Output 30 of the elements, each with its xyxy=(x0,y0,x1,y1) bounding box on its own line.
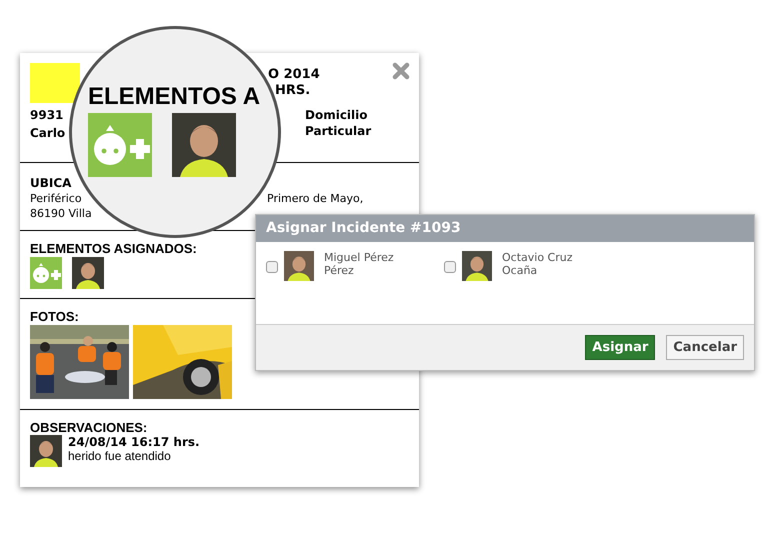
add-person-icon[interactable] xyxy=(30,257,62,289)
section-heading: ELEMENTOS ASIGNADOS: xyxy=(30,241,198,256)
place-type: Domicilio Particular xyxy=(305,107,372,140)
observation-time: 24/08/14 16:17 hrs. xyxy=(68,435,200,449)
address-text: Periférico xyxy=(30,191,83,206)
avatar xyxy=(30,435,62,467)
address-text: Primero de Mayo, xyxy=(267,191,364,206)
dialog-title: Asignar Incidente #1093 xyxy=(256,215,754,242)
section-heading: FOTOS: xyxy=(30,309,80,324)
add-person-icon[interactable] xyxy=(88,113,152,177)
checkbox[interactable] xyxy=(266,261,278,273)
title-text: HRS. xyxy=(275,83,312,99)
cancel-button[interactable]: Cancelar xyxy=(666,335,744,360)
observation-text: herido fue atendido xyxy=(68,449,172,463)
checkbox[interactable] xyxy=(444,261,456,273)
title-text: O 2014 xyxy=(268,67,320,83)
avatar xyxy=(462,251,492,281)
color-swatch xyxy=(30,63,80,103)
assign-button[interactable]: Asignar xyxy=(585,335,656,360)
incident-number: 9931 xyxy=(30,107,64,123)
magnified-heading: ELEMENTOS A xyxy=(88,83,260,111)
avatar xyxy=(72,257,104,289)
section-heading: UBICA xyxy=(30,176,72,191)
person-name: Miguel Pérez Pérez xyxy=(324,251,395,277)
person-name: Carlo xyxy=(30,125,66,141)
avatar xyxy=(172,113,236,177)
person-name: Octavio Cruz Ocaña xyxy=(502,251,574,277)
avatar xyxy=(284,251,314,281)
section-heading: OBSERVACIONES: xyxy=(30,420,148,435)
address-text: 86190 Villa xyxy=(30,207,92,220)
